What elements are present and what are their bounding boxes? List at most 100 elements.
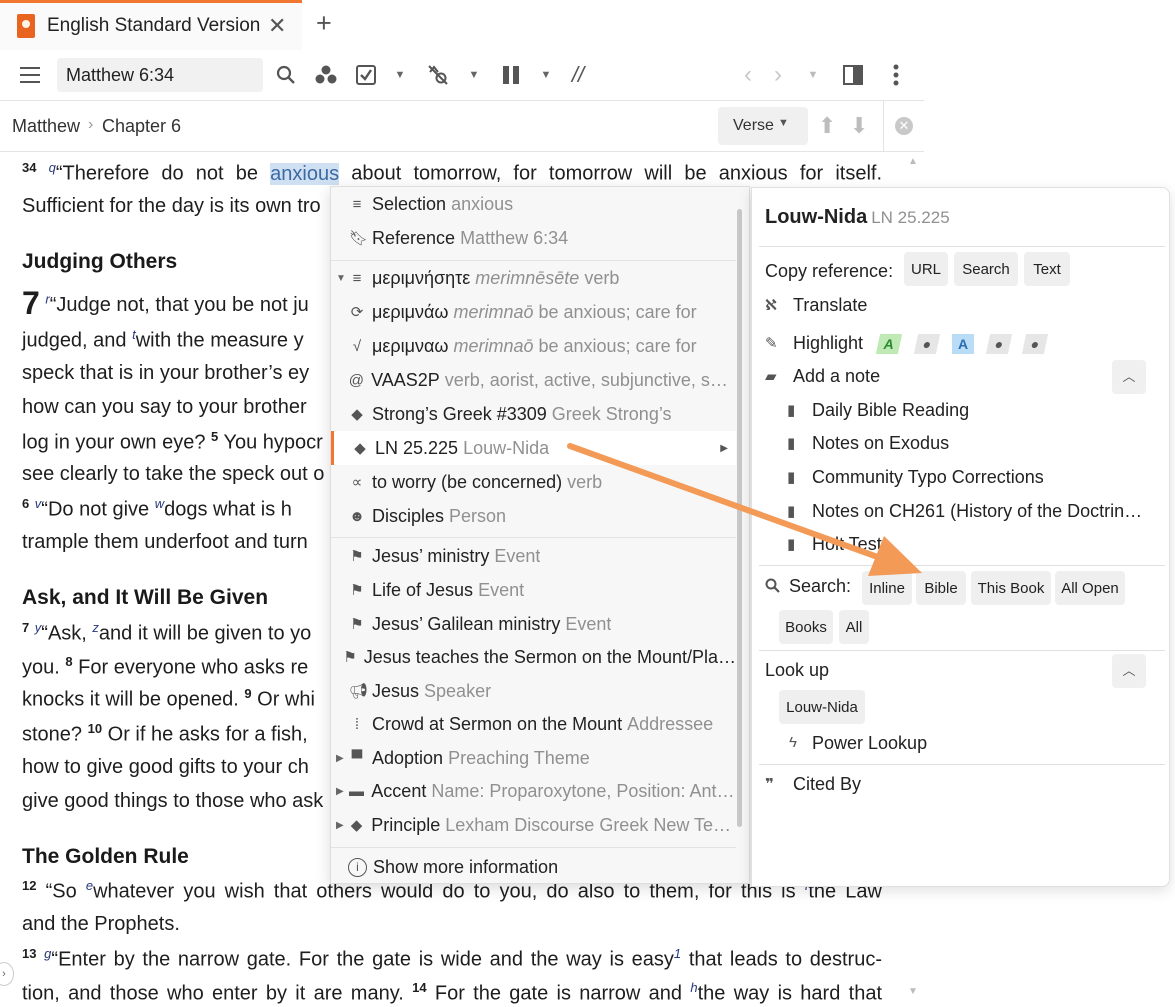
divider	[331, 847, 736, 848]
chevron-down-icon: ▼	[778, 117, 789, 129]
chapter-number: 7	[22, 285, 40, 321]
highlight-style-person-icon[interactable]: ●	[985, 334, 1013, 354]
highlight-style-green[interactable]: A	[875, 334, 903, 354]
back-icon[interactable]: ‹	[736, 50, 760, 100]
arrow-down-icon[interactable]: ⬇	[850, 113, 868, 139]
menu-item-event[interactable]: ⚑ Jesus’ Galilean ministry Event	[331, 607, 736, 641]
history-dropdown-icon[interactable]: ▼	[803, 50, 823, 100]
search-this-book-button[interactable]: This Book	[971, 571, 1051, 605]
verse-number: 7	[22, 620, 30, 635]
forward-icon[interactable]: ›	[766, 50, 790, 100]
search-all-open-button[interactable]: All Open	[1055, 571, 1125, 605]
search-inline-button[interactable]: Inline	[862, 571, 912, 605]
highlight-style-person-icon[interactable]: ●	[913, 334, 941, 354]
menu-item-preaching-theme[interactable]: ▶ ▀ Adoption Preaching Theme	[331, 741, 736, 775]
clear-icon[interactable]: ✕	[895, 117, 913, 135]
power-lookup-button[interactable]: Power Lookup	[812, 733, 927, 754]
layout-icon[interactable]	[840, 50, 866, 100]
search-books-button[interactable]: Books	[779, 610, 833, 644]
show-more-information-button[interactable]: i Show more information	[331, 850, 736, 883]
menu-item-morphology[interactable]: @ VAAS2P verb, aorist, active, subjunctive…	[331, 363, 736, 397]
scroll-down-icon[interactable]: ▼	[908, 986, 918, 997]
divider	[759, 764, 1165, 765]
parallel-icon[interactable]: //	[566, 50, 590, 100]
menu-item-root[interactable]: √ μεριμναω merimnaō be anxious; care for	[331, 329, 736, 363]
menu-item-inflected-form[interactable]: ▼ ≡ μεριμνήσητε merimnēsēte verb	[331, 261, 736, 295]
copy-text-button[interactable]: Text	[1024, 252, 1070, 286]
checklist-icon[interactable]	[352, 50, 380, 100]
menu-item-selection[interactable]: ≡ Selection anxious	[331, 187, 736, 221]
search-bible-button[interactable]: Bible	[916, 571, 966, 605]
more-icon[interactable]	[884, 50, 908, 100]
note-item[interactable]: Holt Test	[812, 534, 882, 555]
menu-item-lemma[interactable]: ⟳ μεριμνάω merimnaō be anxious; care for	[331, 295, 736, 329]
swatch-label: A	[957, 336, 969, 352]
note-item[interactable]: Community Typo Corrections	[812, 467, 1044, 488]
book-logo-icon	[17, 14, 35, 38]
close-tab-icon[interactable]: ✕	[268, 13, 286, 39]
tab-english-standard-version[interactable]: English Standard Version ✕	[0, 0, 302, 50]
verse-mode-select[interactable]: Verse	[718, 107, 808, 145]
footnote-marker[interactable]: w	[155, 496, 164, 511]
breadcrumb-chapter[interactable]: Chapter 6	[102, 116, 181, 137]
verse-text: that leads to destruc-	[681, 948, 883, 971]
menu-item-event[interactable]: ⚑ Jesus teaches the Sermon on the Mount/P…	[331, 640, 736, 674]
verse-text: “Therefore do not be	[55, 162, 271, 185]
menu-item-disciples[interactable]: ☻ Disciples Person	[331, 499, 736, 533]
collapse-lookup-button[interactable]: ︿	[1112, 654, 1146, 688]
at-icon: @	[348, 371, 364, 389]
translate-button[interactable]: Translate	[793, 295, 867, 316]
menu-item-sense[interactable]: ∝ to worry (be concerned) verb	[331, 465, 736, 499]
selected-word[interactable]: anxious	[270, 162, 340, 185]
add-a-note-button[interactable]: Add a note	[793, 366, 880, 387]
highlight-style-blue[interactable]: A	[952, 334, 974, 354]
root-icon: √	[352, 337, 362, 355]
text-line: you. 8 For everyone who asks re	[22, 654, 308, 680]
copy-search-button[interactable]: Search	[954, 252, 1018, 286]
reference-input[interactable]	[57, 58, 263, 92]
pause-columns-icon[interactable]	[498, 50, 524, 100]
sense-icon: ∝	[351, 474, 363, 491]
menu-item-event[interactable]: ⚑ Jesus’ ministry Event	[331, 539, 736, 573]
new-tab-icon[interactable]: +	[316, 8, 332, 39]
flag-icon: ⚑	[350, 616, 364, 633]
menu-item-speaker[interactable]: 📢︎ Jesus Speaker	[331, 674, 736, 708]
menu-item-accent[interactable]: ▶ ▬ Accent Name: Proparoxytone, Position: A…	[331, 774, 736, 808]
menu-item-strongs[interactable]: ◆ Strong’s Greek #3309 Greek Strong’s	[331, 397, 736, 431]
inline-search-icon[interactable]	[424, 50, 454, 100]
menu-item-addressee[interactable]: ⁞ Crowd at Sermon on the Mount Addressee	[331, 707, 736, 741]
divider	[759, 246, 1165, 247]
people-icon[interactable]	[312, 50, 340, 100]
verse-text: For everyone who asks re	[72, 656, 309, 679]
cited-by-button[interactable]: Cited By	[793, 774, 861, 795]
note-item[interactable]: Notes on CH261 (History of the Doctrin…	[812, 501, 1152, 522]
footnote-marker[interactable]: e	[86, 878, 93, 893]
menu-item-reference[interactable]: 🔖︎ Reference Matthew 6:34	[331, 221, 736, 255]
copy-url-button[interactable]: URL	[904, 252, 948, 286]
text-line: how can you say to your brother	[22, 396, 307, 418]
search-icon[interactable]	[272, 50, 300, 100]
lookup-louw-nida-button[interactable]: Louw-Nida	[779, 690, 865, 724]
menu-icon[interactable]	[14, 50, 46, 100]
scrollbar[interactable]	[737, 209, 742, 827]
breadcrumb-book[interactable]: Matthew	[12, 116, 80, 137]
collapse-notes-button[interactable]: ︿	[1112, 360, 1146, 394]
scroll-up-icon[interactable]: ▲	[908, 156, 918, 167]
footnote-marker[interactable]: h	[690, 980, 697, 995]
verse-number: 10	[87, 721, 103, 736]
inline-search-dropdown-icon[interactable]: ▼	[464, 50, 484, 100]
search-all-button[interactable]: All	[839, 610, 869, 644]
checklist-dropdown-icon[interactable]: ▼	[390, 50, 410, 100]
arrow-up-icon[interactable]: ⬆	[818, 113, 836, 139]
pulpit-icon: ▀	[351, 749, 363, 767]
footnote-marker[interactable]: q	[49, 160, 56, 175]
menu-item-louw-nida[interactable]: ◆ LN 25.225 Louw-Nida ▶	[331, 431, 736, 465]
menu-item-principle[interactable]: ▶ ◆ Principle Lexham Discourse Greek New Te…	[331, 808, 736, 842]
note-item[interactable]: Notes on Exodus	[812, 433, 949, 454]
columns-dropdown-icon[interactable]: ▼	[536, 50, 556, 100]
menu-item-event[interactable]: ⚑ Life of Jesus Event	[331, 573, 736, 607]
translate-icon: ℵ	[765, 297, 777, 314]
text-line: judged, and twith the measure y	[22, 327, 304, 353]
highlight-style-person-icon[interactable]: ●	[1021, 334, 1049, 354]
note-item[interactable]: Daily Bible Reading	[812, 400, 969, 421]
